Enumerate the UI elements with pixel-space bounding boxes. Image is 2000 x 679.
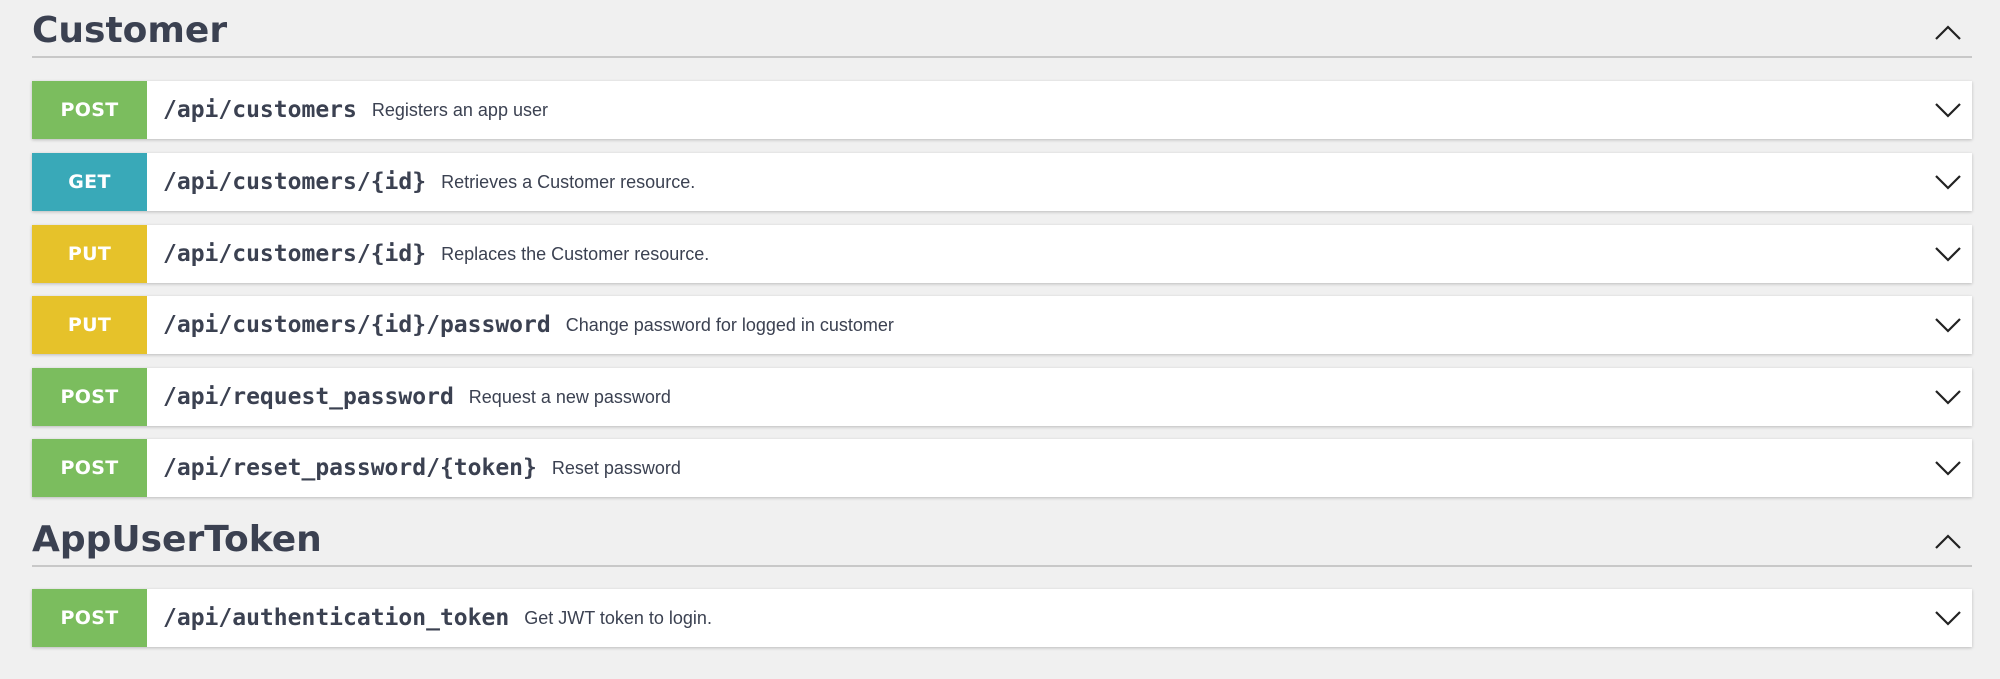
operation-path: /api/customers/{id}/password [163, 312, 551, 338]
operation-row[interactable]: POST /api/customers Registers an app use… [32, 81, 1972, 139]
operation-summary: Reset password [551, 457, 681, 478]
operation-path: /api/customers [163, 97, 357, 123]
chevron-down-icon[interactable] [1924, 81, 1972, 139]
chevron-down-icon[interactable] [1924, 296, 1972, 354]
method-badge: POST [32, 81, 147, 139]
method-badge: PUT [32, 296, 147, 354]
operation-path: /api/customers/{id} [163, 241, 427, 267]
chevron-down-icon[interactable] [1924, 589, 1972, 647]
operation-summary: Get JWT token to login. [524, 607, 712, 628]
operation-row[interactable]: POST /api/reset_password/{token} Reset p… [32, 439, 1972, 497]
operation-path: /api/authentication_token [163, 605, 510, 631]
method-badge: GET [32, 153, 147, 211]
operation-row[interactable]: GET /api/customers/{id} Retrieves a Cust… [32, 153, 1972, 211]
chevron-down-icon[interactable] [1924, 153, 1972, 211]
operation-path: /api/reset_password/{token} [163, 455, 537, 481]
chevron-down-icon[interactable] [1924, 439, 1972, 497]
chevron-up-icon[interactable] [1924, 9, 1972, 57]
section-title: AppUserToken [32, 519, 322, 560]
chevron-down-icon[interactable] [1924, 368, 1972, 426]
operation-row[interactable]: PUT /api/customers/{id} Replaces the Cus… [32, 225, 1972, 283]
operation-summary: Registers an app user [371, 99, 548, 120]
operation-summary: Change password for logged in customer [565, 314, 894, 335]
operation-summary: Replaces the Customer resource. [441, 243, 710, 264]
chevron-down-icon[interactable] [1924, 225, 1972, 283]
operation-summary: Retrieves a Customer resource. [441, 171, 696, 192]
method-badge: POST [32, 368, 147, 426]
method-badge: PUT [32, 225, 147, 283]
chevron-up-icon[interactable] [1924, 518, 1972, 566]
operation-row[interactable]: POST /api/request_password Request a new… [32, 368, 1972, 426]
operation-summary: Request a new password [468, 386, 671, 407]
operation-path: /api/request_password [163, 384, 454, 410]
section-header-customer[interactable]: Customer [32, 10, 1972, 58]
operation-row[interactable]: PUT /api/customers/{id}/password Change … [32, 296, 1972, 354]
section-header-appusertoken[interactable]: AppUserToken [32, 519, 1972, 567]
section-title: Customer [32, 10, 228, 51]
method-badge: POST [32, 439, 147, 497]
method-badge: POST [32, 589, 147, 647]
operation-path: /api/customers/{id} [163, 169, 427, 195]
operation-row[interactable]: POST /api/authentication_token Get JWT t… [32, 589, 1972, 647]
